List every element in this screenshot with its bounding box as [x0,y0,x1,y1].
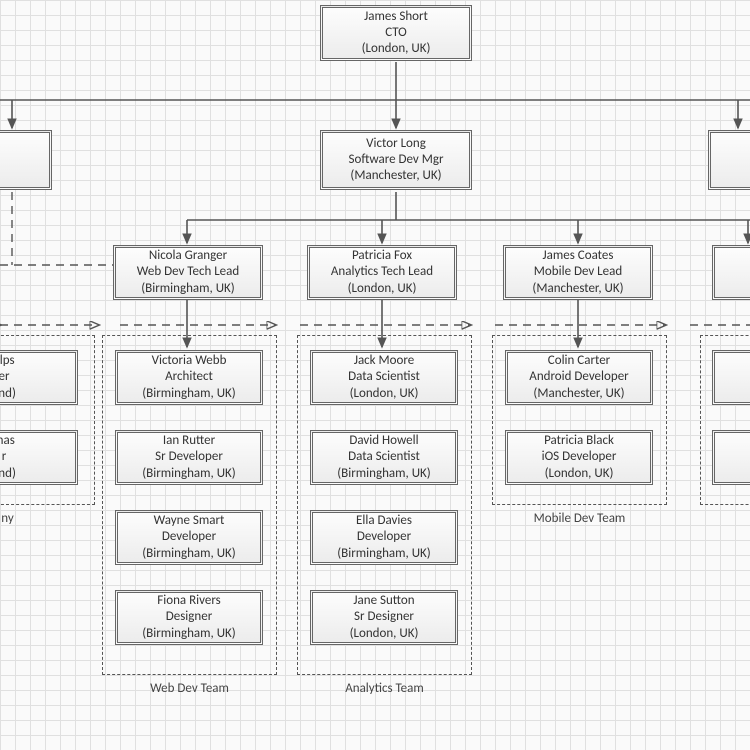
node-devmgr[interactable]: Victor Long Software Dev Mgr (Manchester… [320,130,472,190]
node-o1-partial[interactable]: T Sr S (Birr [712,350,750,405]
node-name: Victor Long [366,136,426,152]
team-label: Web Dev Team [103,681,276,696]
node-ex2-partial[interactable]: mas r and) [0,430,78,485]
node-web1[interactable]: Victoria Webb Architect (Birmingham, UK) [115,350,263,405]
node-web4[interactable]: Fiona Rivers Designer (Birmingham, UK) [115,590,263,645]
node-ex1-partial[interactable]: elps er and) [0,350,78,405]
node-other-lead-partial[interactable]: O S (Birm [712,245,750,300]
node-mob2[interactable]: Patricia Black iOS Developer (London, UK… [505,430,653,485]
node-an2[interactable]: David Howell Data Scientist (Birmingham,… [310,430,458,485]
node-qa-partial[interactable]: Ma QA (Lo [708,130,750,190]
team-label: Softw [701,511,750,526]
node-mobile-lead[interactable]: James Coates Mobile Dev Lead (Manchester… [503,245,653,300]
team-label: ny [0,511,94,526]
node-analytics-lead[interactable]: Patricia Fox Analytics Tech Lead (London… [307,245,457,300]
node-title: Software Dev Mgr [349,152,444,168]
node-cto[interactable]: James Short CTO (London, UK) [320,5,472,61]
node-title: CTO [385,25,407,41]
node-an3[interactable]: Ella Davies Developer (Birmingham, UK) [310,510,458,565]
node-web-lead[interactable]: Nicola Granger Web Dev Tech Lead (Birmin… [113,245,263,300]
node-web2[interactable]: Ian Rutter Sr Developer (Birmingham, UK) [115,430,263,485]
node-loc: (London, UK) [362,41,431,57]
node-mob1[interactable]: Colin Carter Android Developer (Manchest… [505,350,653,405]
team-label: Mobile Dev Team [493,511,666,526]
node-name: James Short [364,9,428,25]
node-loc: (Manchester, UK) [350,168,441,184]
node-an4[interactable]: Jane Sutton Sr Designer (London, UK) [310,590,458,645]
node-coordinator-partial[interactable]: inator UK) [0,130,52,190]
node-o2-partial[interactable]: P SC (Mar [712,430,750,485]
node-web3[interactable]: Wayne Smart Developer (Birmingham, UK) [115,510,263,565]
node-an1[interactable]: Jack Moore Data Scientist (London, UK) [310,350,458,405]
team-label: Analytics Team [298,681,471,696]
